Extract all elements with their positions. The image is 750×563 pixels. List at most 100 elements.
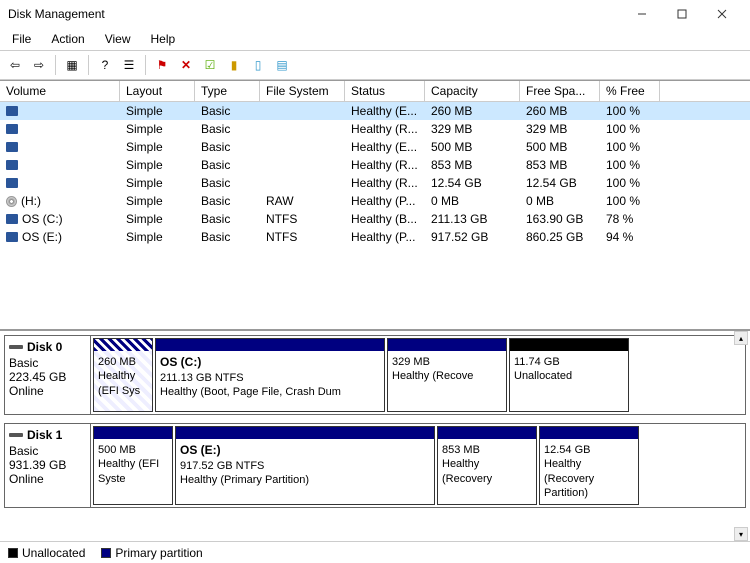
arrow-left-icon: ⇦ <box>10 58 20 72</box>
partition-info: 12.54 GBHealthy (Recovery Partition) <box>540 439 638 504</box>
maximize-button[interactable] <box>662 0 702 28</box>
back-button[interactable]: ⇦ <box>4 54 26 76</box>
delete-button[interactable]: ✕ <box>175 54 197 76</box>
cell-pct: 100 % <box>600 174 660 192</box>
legend-unallocated: Unallocated <box>8 546 85 560</box>
cell-capacity: 211.13 GB <box>425 210 520 228</box>
list-button[interactable]: ☰ <box>118 54 140 76</box>
menu-action[interactable]: Action <box>43 30 92 48</box>
cell-status: Healthy (R... <box>345 156 425 174</box>
partition[interactable]: 11.74 GBUnallocated <box>509 338 629 412</box>
content: Volume Layout Type File System Status Ca… <box>0 80 750 563</box>
cell-layout: Simple <box>120 192 195 210</box>
cell-free: 163.90 GB <box>520 210 600 228</box>
doc3-icon: ▤ <box>276 58 287 72</box>
close-button[interactable] <box>702 0 742 28</box>
partition-info: 500 MBHealthy (EFI Syste <box>94 439 172 504</box>
partition[interactable]: 853 MBHealthy (Recovery <box>437 426 537 505</box>
volume-icon <box>6 106 18 116</box>
settings-button[interactable]: ⚑ <box>151 54 173 76</box>
list-icon: ☰ <box>124 58 135 72</box>
action2-button[interactable]: ▯ <box>247 54 269 76</box>
partition[interactable]: OS (C:)211.13 GB NTFSHealthy (Boot, Page… <box>155 338 385 412</box>
volume-row[interactable]: OS (E:)SimpleBasicNTFSHealthy (P...917.5… <box>0 228 750 246</box>
disk-row[interactable]: Disk 0Basic223.45 GBOnline260 MBHealthy … <box>4 335 746 415</box>
volume-row[interactable]: SimpleBasicHealthy (R...12.54 GB12.54 GB… <box>0 174 750 192</box>
help-button[interactable]: ? <box>94 54 116 76</box>
check-button[interactable]: ☑ <box>199 54 221 76</box>
partition[interactable]: 260 MBHealthy (EFI Sys <box>93 338 153 412</box>
volumes-list[interactable]: Volume Layout Type File System Status Ca… <box>0 81 750 331</box>
cell-type: Basic <box>195 156 260 174</box>
col-volume[interactable]: Volume <box>0 81 120 101</box>
volume-row[interactable]: (H:)SimpleBasicRAWHealthy (P...0 MB0 MB1… <box>0 192 750 210</box>
cell-free: 12.54 GB <box>520 174 600 192</box>
col-type[interactable]: Type <box>195 81 260 101</box>
volume-row[interactable]: OS (C:)SimpleBasicNTFSHealthy (B...211.1… <box>0 210 750 228</box>
disks-graphical[interactable]: Disk 0Basic223.45 GBOnline260 MBHealthy … <box>0 331 750 541</box>
partition-bar <box>94 339 152 351</box>
forward-button[interactable]: ⇨ <box>28 54 50 76</box>
volume-icon <box>6 178 18 188</box>
menu-view[interactable]: View <box>97 30 139 48</box>
disk-size: 931.39 GB <box>9 458 86 472</box>
cell-status: Healthy (E... <box>345 138 425 156</box>
volume-row[interactable]: SimpleBasicHealthy (E...260 MB260 MB100 … <box>0 102 750 120</box>
cell-free: 860.25 GB <box>520 228 600 246</box>
cell-fs: NTFS <box>260 228 345 246</box>
volume-row[interactable]: SimpleBasicHealthy (R...329 MB329 MB100 … <box>0 120 750 138</box>
cell-status: Healthy (B... <box>345 210 425 228</box>
action1-button[interactable]: ▮ <box>223 54 245 76</box>
cell-pct: 100 % <box>600 192 660 210</box>
disk-row[interactable]: Disk 1Basic931.39 GBOnline500 MBHealthy … <box>4 423 746 508</box>
cell-fs <box>260 120 345 138</box>
volume-row[interactable]: SimpleBasicHealthy (R...853 MB853 MB100 … <box>0 156 750 174</box>
disk-partitions: 260 MBHealthy (EFI SysOS (C:)211.13 GB N… <box>91 336 745 414</box>
cell-fs <box>260 138 345 156</box>
volume-icon <box>6 214 18 224</box>
minimize-button[interactable] <box>622 0 662 28</box>
titlebar[interactable]: Disk Management <box>0 0 750 28</box>
disk-status: Online <box>9 472 86 486</box>
cell-capacity: 0 MB <box>425 192 520 210</box>
cell-type: Basic <box>195 228 260 246</box>
cell-pct: 100 % <box>600 138 660 156</box>
cell-status: Healthy (R... <box>345 174 425 192</box>
grid-icon: ▦ <box>66 58 77 72</box>
cell-fs: RAW <box>260 192 345 210</box>
cell-status: Healthy (P... <box>345 192 425 210</box>
col-capacity[interactable]: Capacity <box>425 81 520 101</box>
swatch-icon <box>101 548 111 558</box>
partition[interactable]: OS (E:)917.52 GB NTFSHealthy (Primary Pa… <box>175 426 435 505</box>
action3-button[interactable]: ▤ <box>271 54 293 76</box>
cell-fs <box>260 102 345 120</box>
col-freespace[interactable]: Free Spa... <box>520 81 600 101</box>
col-filesystem[interactable]: File System <box>260 81 345 101</box>
view-button[interactable]: ▦ <box>61 54 83 76</box>
col-pctfree[interactable]: % Free <box>600 81 660 101</box>
menu-help[interactable]: Help <box>143 30 184 48</box>
disk-info: Disk 1Basic931.39 GBOnline <box>5 424 91 507</box>
separator <box>88 55 89 75</box>
cell-layout: Simple <box>120 156 195 174</box>
partition[interactable]: 329 MBHealthy (Recove <box>387 338 507 412</box>
doc2-icon: ▯ <box>255 58 262 72</box>
col-layout[interactable]: Layout <box>120 81 195 101</box>
partition-bar <box>94 427 172 439</box>
col-status[interactable]: Status <box>345 81 425 101</box>
cell-type: Basic <box>195 138 260 156</box>
partition[interactable]: 12.54 GBHealthy (Recovery Partition) <box>539 426 639 505</box>
partition[interactable]: 500 MBHealthy (EFI Syste <box>93 426 173 505</box>
cell-layout: Simple <box>120 138 195 156</box>
partition-info: OS (E:)917.52 GB NTFSHealthy (Primary Pa… <box>176 439 434 504</box>
cell-status: Healthy (R... <box>345 120 425 138</box>
cell-layout: Simple <box>120 228 195 246</box>
volume-row[interactable]: SimpleBasicHealthy (E...500 MB500 MB100 … <box>0 138 750 156</box>
scroll-up-button[interactable]: ▴ <box>734 331 748 345</box>
check-icon: ☑ <box>205 58 216 72</box>
scroll-down-button[interactable]: ▾ <box>734 527 748 541</box>
menu-file[interactable]: File <box>4 30 39 48</box>
cell-capacity: 500 MB <box>425 138 520 156</box>
disk-name: Disk 1 <box>27 428 62 442</box>
scrollbar[interactable]: ▴ ▾ <box>734 331 748 541</box>
